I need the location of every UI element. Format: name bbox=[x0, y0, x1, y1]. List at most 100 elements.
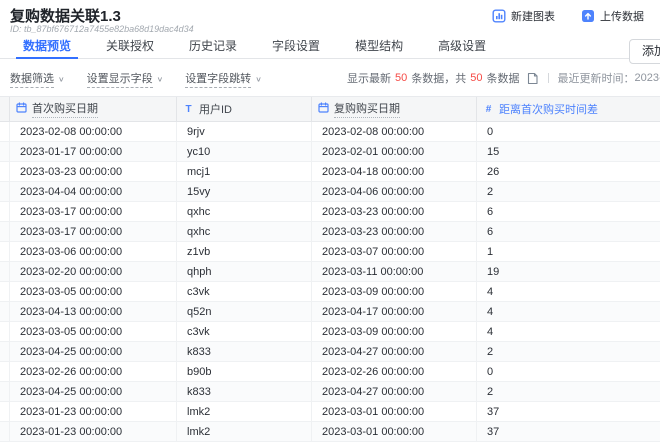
dataset-id: ID: tb_87bf676712a7455e82ba68d19dac4d34 bbox=[10, 24, 194, 34]
last-updated-label: 最近更新时间： bbox=[558, 70, 635, 86]
chevron-down-icon: ∨ bbox=[58, 75, 65, 84]
column-header-repurchase-date[interactable]: 复购购买日期 bbox=[312, 97, 477, 121]
text-field-icon: T bbox=[183, 104, 194, 115]
first-purchase-date-cell: 2023-01-17 00:00:00 bbox=[10, 142, 177, 161]
gutter-cell bbox=[0, 282, 10, 301]
field-jump-dropdown[interactable]: 设置字段跳转 ∨ bbox=[185, 70, 262, 88]
table-row[interactable]: 2023-03-05 00:00:00 c3vk 2023-03-09 00:0… bbox=[0, 282, 660, 302]
divider bbox=[548, 73, 549, 83]
repurchase-date-cell: 2023-02-08 00:00:00 bbox=[312, 122, 477, 141]
table-row[interactable]: 2023-01-23 00:00:00 lmk2 2023-03-01 00:0… bbox=[0, 422, 660, 442]
first-purchase-date-cell: 2023-04-25 00:00:00 bbox=[10, 382, 177, 401]
data-filter-dropdown[interactable]: 数据筛选 ∨ bbox=[10, 70, 65, 88]
last-updated-value: 2023-08-10 bbox=[635, 72, 660, 84]
display-prefix: 显示最新 bbox=[347, 70, 391, 86]
new-chart-button[interactable]: 新建图表 bbox=[492, 8, 555, 24]
display-fields-label: 设置显示字段 bbox=[87, 70, 153, 88]
first-purchase-date-cell: 2023-03-17 00:00:00 bbox=[10, 222, 177, 241]
table-body: 2023-02-08 00:00:00 9rjv 2023-02-08 00:0… bbox=[0, 122, 660, 442]
gutter-cell bbox=[0, 382, 10, 401]
table-row[interactable]: 2023-03-06 00:00:00 z1vb 2023-03-07 00:0… bbox=[0, 242, 660, 262]
user-id-cell: lmk2 bbox=[177, 402, 312, 421]
table-row[interactable]: 2023-04-13 00:00:00 q52n 2023-04-17 00:0… bbox=[0, 302, 660, 322]
gutter-cell bbox=[0, 242, 10, 261]
gutter-cell bbox=[0, 362, 10, 381]
table-row[interactable]: 2023-03-23 00:00:00 mcj1 2023-04-18 00:0… bbox=[0, 162, 660, 182]
tab-link-authorization[interactable]: 关联授权 bbox=[97, 36, 163, 58]
column-header-first-purchase-date[interactable]: 首次购买日期 bbox=[10, 97, 177, 121]
number-field-icon: # bbox=[483, 104, 494, 115]
table-row[interactable]: 2023-03-17 00:00:00 qxhc 2023-03-23 00:0… bbox=[0, 222, 660, 242]
tab-data-preview[interactable]: 数据预览 bbox=[14, 36, 80, 58]
column-header-user-id[interactable]: T 用户ID bbox=[177, 97, 312, 121]
user-id-cell: k833 bbox=[177, 382, 312, 401]
page-title: 复购数据关联1.3 bbox=[10, 5, 121, 26]
user-id-cell: b90b bbox=[177, 362, 312, 381]
tab-model-structure[interactable]: 模型结构 bbox=[346, 36, 412, 58]
first-purchase-date-cell: 2023-01-23 00:00:00 bbox=[10, 402, 177, 421]
tab-history[interactable]: 历史记录 bbox=[180, 36, 246, 58]
table-row[interactable]: 2023-03-05 00:00:00 c3vk 2023-03-09 00:0… bbox=[0, 322, 660, 342]
table-row[interactable]: 2023-01-17 00:00:00 yc10 2023-02-01 00:0… bbox=[0, 142, 660, 162]
gutter-cell bbox=[0, 182, 10, 201]
gutter-cell bbox=[0, 302, 10, 321]
repurchase-date-cell: 2023-04-27 00:00:00 bbox=[312, 382, 477, 401]
repurchase-date-cell: 2023-03-01 00:00:00 bbox=[312, 422, 477, 441]
gutter-cell bbox=[0, 262, 10, 281]
upload-data-button[interactable]: 上传数据 bbox=[581, 8, 644, 24]
upload-data-icon bbox=[581, 9, 595, 23]
user-id-cell: c3vk bbox=[177, 322, 312, 341]
display-fields-dropdown[interactable]: 设置显示字段 ∨ bbox=[87, 70, 164, 88]
middle-text: 条数据，共 bbox=[411, 70, 466, 86]
column-label: 用户ID bbox=[199, 101, 232, 118]
user-id-cell: qxhc bbox=[177, 202, 312, 221]
table-row[interactable]: 2023-04-04 00:00:00 15vy 2023-04-06 00:0… bbox=[0, 182, 660, 202]
user-id-cell: c3vk bbox=[177, 282, 312, 301]
gutter-cell bbox=[0, 142, 10, 161]
first-purchase-date-cell: 2023-02-08 00:00:00 bbox=[10, 122, 177, 141]
repurchase-data-page: { "header": { "title": "复购数据关联1.3", "id_… bbox=[0, 0, 660, 441]
chevron-down-icon: ∨ bbox=[157, 75, 164, 84]
time-diff-cell: 2 bbox=[477, 182, 660, 201]
time-diff-cell: 2 bbox=[477, 382, 660, 401]
tabbar: 数据预览 关联授权 历史记录 字段设置 模型结构 高级设置 bbox=[0, 36, 660, 59]
table-row[interactable]: 2023-02-26 00:00:00 b90b 2023-02-26 00:0… bbox=[0, 362, 660, 382]
repurchase-date-cell: 2023-03-01 00:00:00 bbox=[312, 402, 477, 421]
calendar-icon bbox=[318, 102, 329, 116]
user-id-cell: 15vy bbox=[177, 182, 312, 201]
new-chart-icon bbox=[492, 9, 506, 23]
table-row[interactable]: 2023-02-08 00:00:00 9rjv 2023-02-08 00:0… bbox=[0, 122, 660, 142]
tab-advanced-settings[interactable]: 高级设置 bbox=[429, 36, 495, 58]
field-jump-label: 设置字段跳转 bbox=[185, 70, 251, 88]
column-header-time-diff[interactable]: # 距离首次购买时间差 bbox=[477, 97, 660, 121]
time-diff-cell: 0 bbox=[477, 122, 660, 141]
suffix-text: 条数据 bbox=[487, 70, 520, 86]
repurchase-date-cell: 2023-03-09 00:00:00 bbox=[312, 322, 477, 341]
total-count: 50 bbox=[470, 72, 482, 84]
table-header-row: 首次购买日期 T 用户ID 复购购买日期 # 距离首次购买时间差 bbox=[0, 96, 660, 122]
gutter-cell bbox=[0, 342, 10, 361]
repurchase-date-cell: 2023-04-18 00:00:00 bbox=[312, 162, 477, 181]
user-id-cell: k833 bbox=[177, 342, 312, 361]
repurchase-date-cell: 2023-03-09 00:00:00 bbox=[312, 282, 477, 301]
time-diff-cell: 19 bbox=[477, 262, 660, 281]
toolbar-filters: 数据筛选 ∨ 设置显示字段 ∨ 设置字段跳转 ∨ bbox=[10, 70, 262, 88]
time-diff-cell: 2 bbox=[477, 342, 660, 361]
repurchase-date-cell: 2023-02-26 00:00:00 bbox=[312, 362, 477, 381]
table-row[interactable]: 2023-04-25 00:00:00 k833 2023-04-27 00:0… bbox=[0, 342, 660, 362]
column-label: 距离首次购买时间差 bbox=[499, 101, 598, 118]
table-row[interactable]: 2023-03-17 00:00:00 qxhc 2023-03-23 00:0… bbox=[0, 202, 660, 222]
repurchase-date-cell: 2023-02-01 00:00:00 bbox=[312, 142, 477, 161]
gutter-cell bbox=[0, 402, 10, 421]
time-diff-cell: 37 bbox=[477, 402, 660, 421]
gutter-cell bbox=[0, 322, 10, 341]
table-row[interactable]: 2023-02-20 00:00:00 qhph 2023-03-11 00:0… bbox=[0, 262, 660, 282]
table-row[interactable]: 2023-04-25 00:00:00 k833 2023-04-27 00:0… bbox=[0, 382, 660, 402]
table-row[interactable]: 2023-01-23 00:00:00 lmk2 2023-03-01 00:0… bbox=[0, 402, 660, 422]
edit-note-icon[interactable] bbox=[526, 72, 539, 85]
user-id-cell: 9rjv bbox=[177, 122, 312, 141]
chevron-down-icon: ∨ bbox=[255, 75, 262, 84]
upload-data-label: 上传数据 bbox=[600, 8, 644, 24]
time-diff-cell: 15 bbox=[477, 142, 660, 161]
tab-field-settings[interactable]: 字段设置 bbox=[263, 36, 329, 58]
